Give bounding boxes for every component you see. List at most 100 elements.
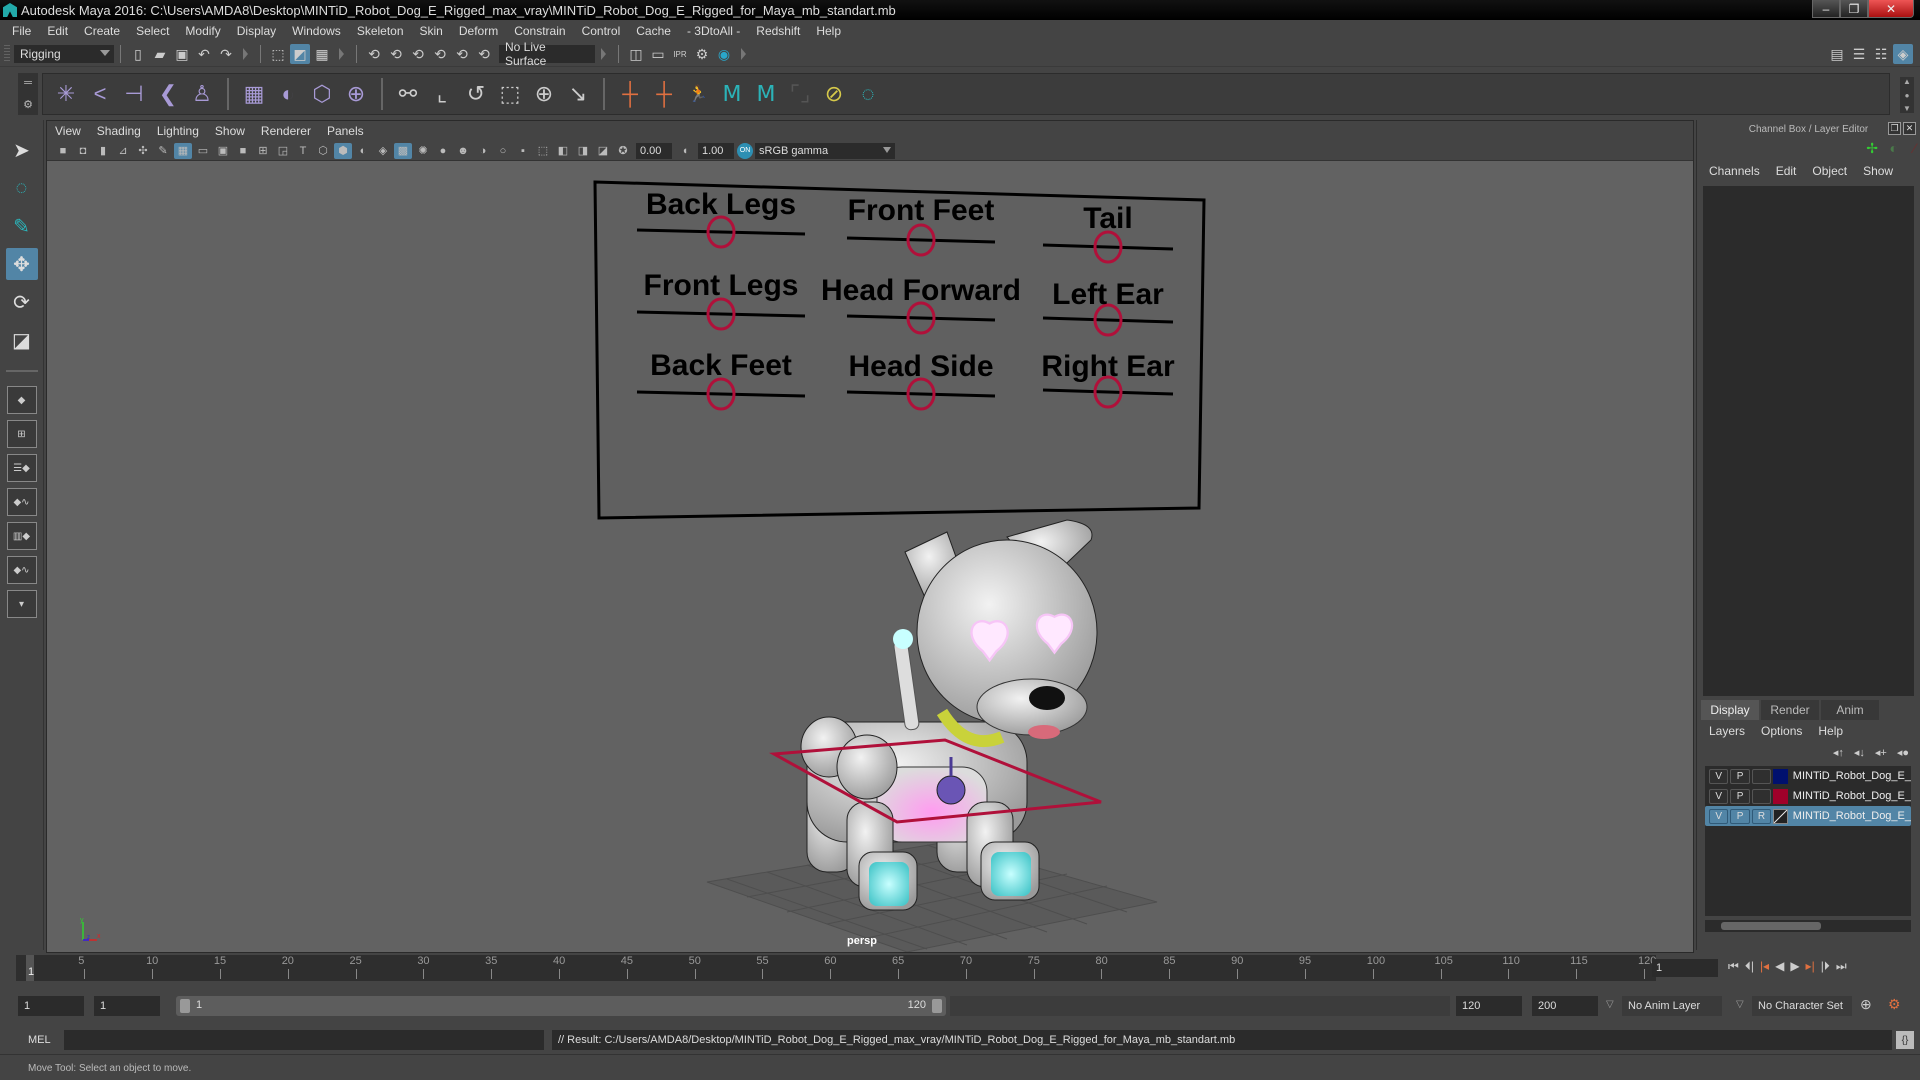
collapse-arrow-icon[interactable] [243, 48, 248, 60]
view-transform-dropdown[interactable]: sRGB gamma [755, 142, 895, 159]
grid-icon[interactable]: ▦ [174, 142, 192, 159]
grease-pencil-icon[interactable]: ✎ [154, 143, 172, 159]
anti-aliasing-icon[interactable]: ○ [494, 143, 512, 159]
field-chart-icon[interactable]: ⊞ [254, 143, 272, 159]
range-end-handle[interactable] [932, 999, 942, 1013]
robot-dog-model[interactable] [800, 519, 1098, 911]
visibility-toggle[interactable]: V [1709, 788, 1729, 804]
viewport-scene[interactable]: Back Legs Front Feet Tail Front Legs Head Fo… [47, 162, 1693, 952]
float-panel-icon[interactable]: ❐ [1888, 122, 1901, 135]
gate-mask-icon[interactable]: ■ [234, 143, 252, 159]
menu-set-dropdown[interactable]: Rigging [14, 45, 114, 63]
locator-icon[interactable]: ┼ [613, 78, 647, 110]
bind-skin-icon[interactable]: ❮ [151, 78, 185, 110]
screen-space-ao-icon[interactable]: ☻ [454, 143, 472, 159]
menu-select[interactable]: Select [136, 24, 169, 38]
ik-handle-icon[interactable]: < [83, 78, 117, 110]
pan-zoom-icon[interactable]: ✣ [134, 143, 152, 159]
tab-anim[interactable]: Anim [1821, 700, 1879, 720]
render-frame-icon[interactable]: ▭ [648, 44, 668, 64]
backface-icon[interactable]: ◪ [594, 143, 612, 159]
close-panel-icon[interactable]: ✕ [1903, 122, 1916, 135]
pole-vector-icon[interactable]: ↘ [561, 78, 595, 110]
layer-name[interactable]: MINTiD_Robot_Dog_E_ [1793, 770, 1911, 782]
move-layer-up-icon[interactable]: ◂↑ [1833, 746, 1844, 759]
snap-curve-icon[interactable]: ⟲ [386, 44, 406, 64]
xray-active-icon[interactable]: ◨ [574, 143, 592, 159]
wireframe-icon[interactable]: ⬡ [314, 143, 332, 159]
menu-redshift[interactable]: Redshift [756, 24, 800, 38]
menu-windows[interactable]: Windows [292, 24, 341, 38]
playback-toggle[interactable]: P [1730, 788, 1750, 804]
layer-color-swatch[interactable] [1773, 808, 1788, 824]
minimize-button[interactable]: – [1812, 0, 1840, 18]
scale-constraint-icon[interactable]: ⬚ [493, 78, 527, 110]
time-slider-track[interactable]: 1 5 10 15 20 25 30 35 40 45 50 55 60 65 70 75 80 85 90 95 1… [16, 955, 1656, 981]
go-to-start-icon[interactable]: ⏮ [1728, 959, 1739, 974]
display-type-toggle[interactable] [1751, 788, 1772, 804]
menu-constrain[interactable]: Constrain [514, 24, 565, 38]
ik-spline-icon[interactable]: ⊣ [117, 78, 151, 110]
layer-off-icon[interactable]: ⊘ [817, 78, 851, 110]
exposure-field[interactable]: 0.00 [636, 142, 672, 159]
select-hierarchy-icon[interactable]: ⬚ [268, 44, 288, 64]
humanik-icon[interactable]: ♙ [185, 78, 219, 110]
point-constraint-icon[interactable]: ⌞ [425, 78, 459, 110]
layer-row[interactable]: V P MINTiD_Robot_Dog_E_ [1705, 786, 1911, 806]
vp-menu-view[interactable]: View [55, 124, 81, 138]
animation-start-field[interactable]: 1 [18, 996, 84, 1016]
current-frame-field[interactable]: 1 [1652, 959, 1718, 977]
attribute-editor-icon[interactable]: ☰ [1849, 44, 1869, 64]
shelf-scrollbar[interactable]: ▲ ● ▼ [1900, 77, 1914, 113]
menu-cache[interactable]: Cache [636, 24, 671, 38]
shadows-icon[interactable]: ● [434, 143, 452, 159]
animation-end-field[interactable]: 200 [1532, 996, 1598, 1016]
scrollbar-thumb[interactable] [1721, 922, 1821, 930]
channel-box-icon[interactable]: ◈ [1893, 44, 1913, 64]
xray-joints-icon[interactable]: ◧ [554, 143, 572, 159]
vp-menu-panels[interactable]: Panels [327, 124, 364, 138]
chevron-down-icon[interactable]: ▽ [1606, 999, 1614, 1010]
paint-select-tool-icon[interactable]: ✎ [6, 210, 38, 242]
layer-name[interactable]: MINTiD_Robot_Dog_E_ [1793, 790, 1911, 802]
bookmark-icon[interactable]: ▮ [94, 143, 112, 159]
le-menu-options[interactable]: Options [1761, 724, 1802, 738]
textured-icon[interactable]: ▩ [394, 142, 412, 159]
script-language-toggle[interactable]: MEL [28, 1034, 51, 1046]
menu-modify[interactable]: Modify [185, 24, 220, 38]
render-view-icon[interactable]: ◫ [626, 44, 646, 64]
range-bar[interactable]: 1 120 [176, 996, 946, 1016]
cb-menu-object[interactable]: Object [1812, 164, 1847, 178]
new-layer-selected-icon[interactable]: ◂● [1897, 746, 1909, 759]
resolution-gate-icon[interactable]: ▣ [214, 143, 232, 159]
exposure-icon[interactable]: ✪ [614, 143, 632, 159]
auto-key-icon[interactable]: ⊕ [1860, 996, 1872, 1013]
tool-settings-icon[interactable]: ☷ [1871, 44, 1891, 64]
menu-file[interactable]: File [12, 24, 31, 38]
safe-action-icon[interactable]: ◲ [274, 143, 292, 159]
layer-color-swatch[interactable] [1773, 788, 1788, 804]
vp-menu-lighting[interactable]: Lighting [157, 124, 199, 138]
playback-toggle[interactable]: P [1730, 768, 1750, 784]
channel-box-area[interactable] [1703, 186, 1914, 696]
smooth-shade-icon[interactable]: ⬢ [334, 142, 352, 159]
move-tool-icon[interactable]: ✥ [5, 248, 38, 280]
display-type-toggle[interactable] [1751, 768, 1772, 784]
isolate-select-icon[interactable]: ⬚ [534, 143, 552, 159]
animation-prefs-icon[interactable]: ⚙ [1888, 996, 1901, 1013]
le-menu-help[interactable]: Help [1818, 724, 1843, 738]
four-view-layout-icon[interactable]: ⊞ [6, 420, 37, 448]
camera-attributes-icon[interactable]: ◘ [74, 143, 92, 159]
range-start-handle[interactable] [180, 999, 190, 1013]
wireframe-on-shaded-icon[interactable]: ◐ [354, 143, 372, 159]
playback-start-field[interactable]: 1 [94, 996, 160, 1016]
menu-3dtoall[interactable]: - 3DtoAll - [687, 24, 740, 38]
vp-menu-shading[interactable]: Shading [97, 124, 141, 138]
undo-icon[interactable]: ↶ [194, 44, 214, 64]
character-run-icon[interactable]: 🏃 [681, 78, 715, 110]
use-all-lights-icon[interactable]: ✺ [414, 143, 432, 159]
cb-menu-edit[interactable]: Edit [1776, 164, 1797, 178]
script-editor-icon[interactable]: {} [1896, 1031, 1914, 1049]
menu-create[interactable]: Create [84, 24, 120, 38]
film-gate-icon[interactable]: ▭ [194, 143, 212, 159]
